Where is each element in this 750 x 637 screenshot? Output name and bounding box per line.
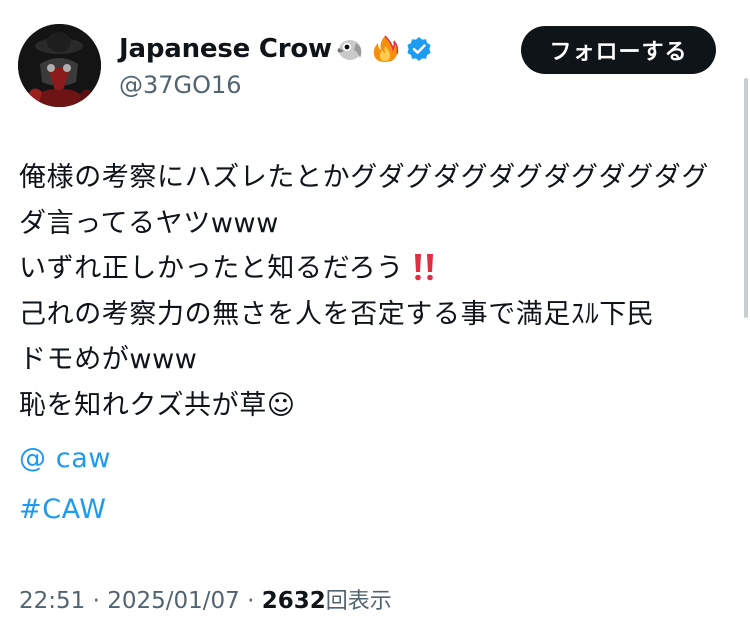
meta-separator: · <box>247 588 255 614</box>
fire-emoji-icon <box>370 34 400 64</box>
views-count[interactable]: 2632 <box>262 588 326 614</box>
hashtag-link[interactable]: #CAW <box>19 487 731 533</box>
tweet-time[interactable]: 22:51 <box>19 588 85 614</box>
display-name[interactable]: Japanese Crow <box>119 31 332 67</box>
follow-button[interactable]: フォローする <box>521 26 716 74</box>
double-exclamation-icon <box>408 251 440 297</box>
user-handle[interactable]: @37GO16 <box>119 69 242 101</box>
tweet-line: いずれ正しかったと知るだろう <box>19 246 731 292</box>
tweet-line: ダ言ってるヤツwww <box>19 207 279 239</box>
views-label: 回表示 <box>325 589 392 614</box>
crow-emoji-icon <box>336 34 366 64</box>
tweet-line: 恥を知れクズ共が草☺ <box>19 389 296 421</box>
tweet-meta: 22:51 · 2025/01/07 · 2632回表示 <box>19 585 392 618</box>
display-name-row[interactable]: Japanese Crow <box>119 31 432 67</box>
tweet-line: ドモめがwww <box>19 344 198 376</box>
avatar[interactable] <box>18 24 101 107</box>
scrollbar[interactable] <box>744 78 748 318</box>
verified-badge-icon[interactable] <box>406 36 432 62</box>
tweet-line: 俺様の考察にハズレたとかグダグダグダグダグダグダグ <box>19 162 709 193</box>
tweet-header: Japanese Crow @37GO16 フォローする <box>0 0 750 130</box>
tweet-line: 己れの考察力の無さを人を否定する事で満足ｽﾙ下民 <box>19 298 655 330</box>
tweet-line-text: いずれ正しかったと知るだろう <box>19 253 404 285</box>
tweet-date[interactable]: 2025/01/07 <box>107 588 240 614</box>
meta-separator: · <box>92 588 100 614</box>
mention-link[interactable]: @ caw <box>19 436 731 482</box>
tweet-text: 俺様の考察にハズレたとかグダグダグダグダグダグダグ ダ言ってるヤツwww いずれ… <box>19 155 731 533</box>
